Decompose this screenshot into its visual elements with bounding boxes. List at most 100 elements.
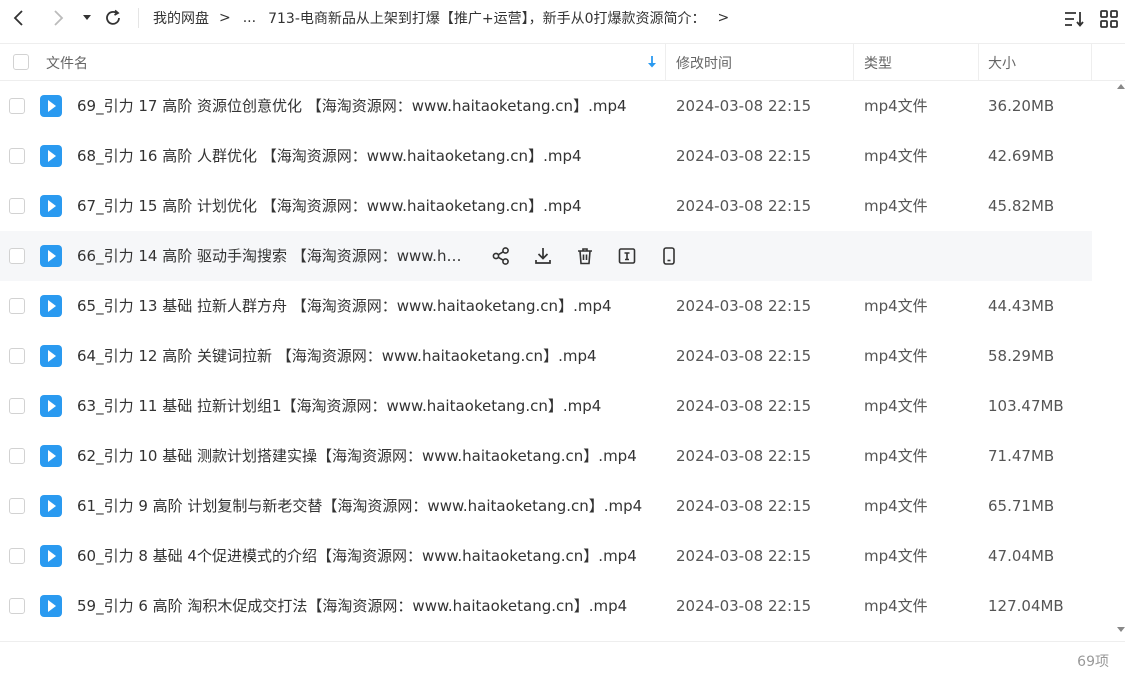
row-checkbox[interactable] [9,298,25,314]
file-size: 45.82MB [988,197,1055,215]
select-all-checkbox[interactable] [13,54,29,70]
file-modified-time: 2024-03-08 22:15 [676,97,812,115]
sort-desc-arrow-icon[interactable] [646,55,658,69]
table-row[interactable]: 64_引力 12 高阶 关键词拉新 【海淘资源网：www.haitaoketan… [0,331,1092,381]
video-file-icon[interactable] [40,145,62,167]
video-file-icon[interactable] [40,495,62,517]
row-checkbox[interactable] [9,498,25,514]
file-name[interactable]: 61_引力 9 高阶 计划复制与新老交替【海淘资源网：www.haitaoket… [77,481,642,531]
row-checkbox[interactable] [9,198,25,214]
header-file-name[interactable]: 文件名 [46,44,88,81]
row-checkbox[interactable] [9,548,25,564]
file-size: 65.71MB [988,497,1055,515]
breadcrumb-current-folder[interactable]: 713-电商新品从上架到打爆【推广+运营】，新手从0打爆款资源简介： [268,8,705,28]
file-name[interactable]: 60_引力 8 基础 4个促进模式的介绍【海淘资源网：www.haitaoket… [77,531,637,581]
file-name[interactable]: 64_引力 12 高阶 关键词拉新 【海淘资源网：www.haitaoketan… [77,331,597,381]
table-row[interactable]: 67_引力 15 高阶 计划优化 【海淘资源网：www.haitaoketang… [0,181,1092,231]
video-file-icon[interactable] [40,595,62,617]
video-file-icon[interactable] [40,95,62,117]
breadcrumb-more-chevron-icon[interactable]: > [718,10,730,26]
file-modified-time: 2024-03-08 22:15 [676,197,812,215]
row-checkbox[interactable] [9,348,25,364]
file-type: mp4文件 [864,147,928,165]
file-name[interactable]: 59_引力 6 高阶 淘积木促成交打法【海淘资源网：www.haitaoketa… [77,581,627,631]
file-modified-time: 2024-03-08 22:15 [676,497,812,515]
forward-icon[interactable] [47,7,69,29]
table-row[interactable]: 62_引力 10 基础 测款计划搭建实操【海淘资源网：www.haitaoket… [0,431,1092,481]
video-file-icon[interactable] [40,245,62,267]
file-size: 127.04MB [988,597,1064,615]
file-size: 36.20MB [988,97,1055,115]
scrollbar-down-arrow-icon[interactable] [1117,627,1125,632]
file-modified-time: 2024-03-08 22:15 [676,597,812,615]
breadcrumb: 我的网盘 > ... 713-电商新品从上架到打爆【推广+运营】，新手从0打爆款… [153,0,741,36]
file-modified-time: 2024-03-08 22:15 [676,547,812,565]
file-type: mp4文件 [864,297,928,315]
file-size: 71.47MB [988,447,1055,465]
file-modified-time: 2024-03-08 22:15 [676,297,812,315]
table-row[interactable]: 68_引力 16 高阶 人群优化 【海淘资源网：www.haitaoketang… [0,131,1092,181]
file-type: mp4文件 [864,447,928,465]
table-row[interactable]: 61_引力 9 高阶 计划复制与新老交替【海淘资源网：www.haitaoket… [0,481,1092,531]
file-type: mp4文件 [864,597,928,615]
refresh-icon[interactable] [102,7,124,29]
header-type[interactable]: 类型 [864,44,892,81]
file-type: mp4文件 [864,397,928,415]
video-file-icon[interactable] [40,195,62,217]
video-file-icon[interactable] [40,295,62,317]
table-row[interactable]: 59_引力 6 高阶 淘积木促成交打法【海淘资源网：www.haitaoketa… [0,581,1092,631]
video-file-icon[interactable] [40,345,62,367]
file-modified-time: 2024-03-08 22:15 [676,147,812,165]
row-checkbox[interactable] [9,448,25,464]
row-checkbox[interactable] [9,248,25,264]
file-size: 42.69MB [988,147,1055,165]
video-file-icon[interactable] [40,545,62,567]
row-checkbox[interactable] [9,598,25,614]
table-row[interactable]: 60_引力 8 基础 4个促进模式的介绍【海淘资源网：www.haitaoket… [0,531,1092,581]
row-checkbox[interactable] [9,148,25,164]
file-name[interactable]: 67_引力 15 高阶 计划优化 【海淘资源网：www.haitaoketang… [77,181,582,231]
share-icon[interactable] [490,245,512,267]
header-divider [978,44,979,81]
file-list: 69_引力 17 高阶 资源位创意优化 【海淘资源网：www.haitaoket… [0,81,1125,641]
scrollbar-up-arrow-icon[interactable] [1117,84,1125,89]
rename-icon[interactable] [616,245,638,267]
back-icon[interactable] [8,7,30,29]
file-modified-time: 2024-03-08 22:15 [676,447,812,465]
file-name[interactable]: 63_引力 11 基础 拉新计划组1【海淘资源网：www.haitaoketan… [77,381,601,431]
table-row[interactable]: 63_引力 11 基础 拉新计划组1【海淘资源网：www.haitaoketan… [0,381,1092,431]
header-modified-time[interactable]: 修改时间 [676,44,732,81]
table-header: 文件名 修改时间 类型 大小 [0,43,1125,81]
breadcrumb-ellipsis[interactable]: ... [243,10,256,26]
file-type: mp4文件 [864,97,928,115]
download-icon[interactable] [532,245,554,267]
delete-icon[interactable] [574,245,596,267]
top-nav-bar: 我的网盘 > ... 713-电商新品从上架到打爆【推广+运营】，新手从0打爆款… [0,0,1125,38]
table-row-hovered[interactable]: 66_引力 14 高阶 驱动手淘搜索 【海淘资源网：www.hai... [0,231,1092,281]
video-file-icon[interactable] [40,445,62,467]
file-name[interactable]: 62_引力 10 基础 测款计划搭建实操【海淘资源网：www.haitaoket… [77,431,637,481]
header-divider [853,44,854,81]
file-name[interactable]: 66_引力 14 高阶 驱动手淘搜索 【海淘资源网：www.hai... [77,231,467,281]
item-count: 69项 [1077,654,1109,670]
file-name[interactable]: 68_引力 16 高阶 人群优化 【海淘资源网：www.haitaoketang… [77,131,582,181]
grid-view-icon[interactable] [1098,8,1120,30]
open-on-phone-icon[interactable] [658,245,680,267]
file-size: 44.43MB [988,297,1055,315]
header-size[interactable]: 大小 [988,44,1016,81]
header-divider [665,44,666,81]
row-checkbox[interactable] [9,98,25,114]
file-modified-time: 2024-03-08 22:15 [676,347,812,365]
table-row[interactable]: 69_引力 17 高阶 资源位创意优化 【海淘资源网：www.haitaoket… [0,81,1092,131]
file-size: 58.29MB [988,347,1055,365]
breadcrumb-root[interactable]: 我的网盘 [153,8,209,28]
row-checkbox[interactable] [9,398,25,414]
sort-options-icon[interactable] [1063,8,1085,30]
breadcrumb-chevron-icon: > [219,10,231,26]
video-file-icon[interactable] [40,395,62,417]
table-row[interactable]: 65_引力 13 基础 拉新人群方舟 【海淘资源网：www.haitaoketa… [0,281,1092,331]
file-name[interactable]: 69_引力 17 高阶 资源位创意优化 【海淘资源网：www.haitaoket… [77,81,627,131]
file-name[interactable]: 65_引力 13 基础 拉新人群方舟 【海淘资源网：www.haitaoketa… [77,281,612,331]
file-type: mp4文件 [864,497,928,515]
history-dropdown-icon[interactable] [76,7,98,29]
